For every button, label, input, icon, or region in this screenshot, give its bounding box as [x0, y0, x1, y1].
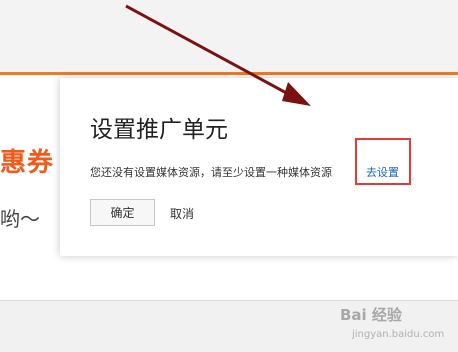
- ok-button[interactable]: 确定: [90, 199, 155, 226]
- dialog-message: 您还没有设置媒体资源，请至少设置一种媒体资源: [90, 166, 332, 179]
- background-promo-text: 惠券: [0, 148, 55, 178]
- background-sub-text: 哟～: [0, 207, 40, 231]
- watermark-url: jingyan.baidu.com: [352, 329, 445, 340]
- watermark-logo: Bai 经验: [340, 306, 402, 324]
- go-setting-link[interactable]: 去设置: [366, 164, 399, 180]
- dialog-title: 设置推广单元: [90, 117, 228, 143]
- page-header-area: [0, 0, 458, 72]
- cancel-button[interactable]: 取消: [170, 205, 194, 222]
